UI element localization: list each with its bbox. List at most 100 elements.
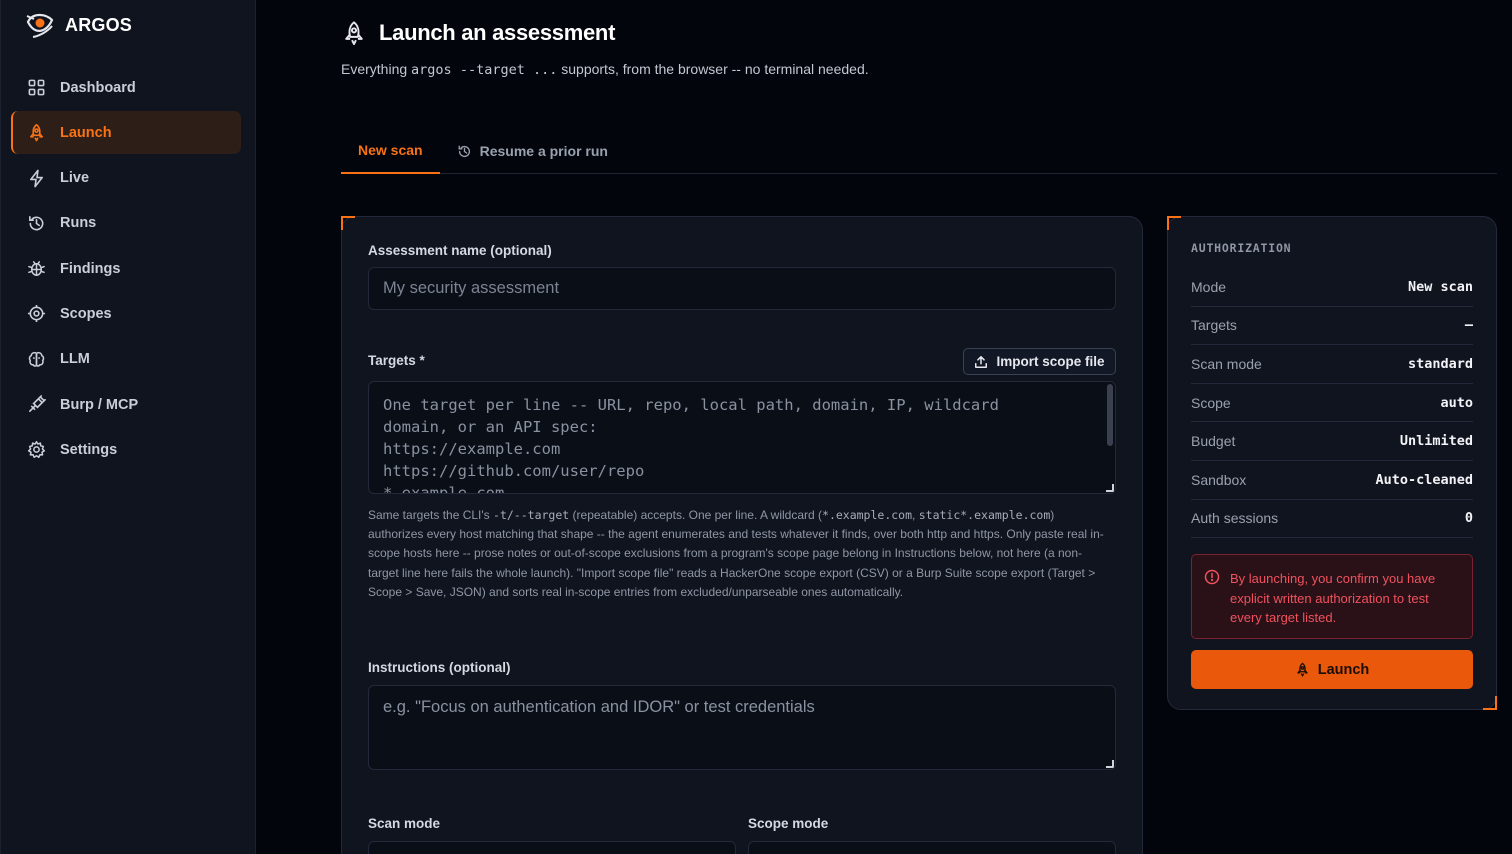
launch-button[interactable]: Launch	[1191, 650, 1473, 689]
upload-icon	[975, 355, 988, 368]
summary-value: Unlimited	[1399, 433, 1473, 450]
alert-circle-icon	[1204, 569, 1220, 585]
bug-icon	[28, 261, 45, 277]
bolt-icon	[29, 169, 44, 187]
summary-key: Mode	[1191, 278, 1227, 295]
instructions-placeholder: e.g. "Focus on authentication and IDOR" …	[383, 698, 815, 716]
targets-label: Targets *	[368, 353, 425, 368]
sidebar-item-label: Scopes	[60, 305, 112, 322]
corner-accent	[341, 216, 355, 230]
corner-accent	[1167, 216, 1181, 230]
summary-value: 0	[1464, 510, 1473, 527]
help-text: (repeatable) accepts. One per line. A wi…	[572, 508, 823, 522]
sidebar-item-label: LLM	[60, 351, 90, 368]
sidebar-item-settings[interactable]: Settings	[11, 428, 241, 471]
scope-mode-label: Scope mode	[748, 816, 829, 831]
tab-resume-prior-run[interactable]: Resume a prior run	[440, 128, 625, 174]
instructions-textarea[interactable]: e.g. "Focus on authentication and IDOR" …	[368, 685, 1116, 770]
scan-mode-label: Scan mode	[368, 816, 441, 831]
scan-mode-select[interactable]	[368, 841, 736, 854]
summary-row-scope: Scope auto	[1191, 384, 1473, 423]
summary-value: auto	[1440, 394, 1473, 411]
help-text: ,	[912, 508, 916, 522]
history-icon	[458, 145, 470, 157]
textarea-scrollbar[interactable]	[1107, 384, 1113, 446]
tab-new-scan[interactable]: New scan	[341, 128, 440, 174]
sidebar-item-dashboard[interactable]: Dashboard	[11, 66, 241, 109]
gear-icon	[27, 441, 46, 459]
help-code: -t/--target	[493, 508, 570, 522]
subtitle-text: supports, from the browser -- no termina…	[561, 61, 869, 77]
rocket-icon	[1297, 662, 1308, 677]
sidebar-item-label: Dashboard	[60, 79, 136, 96]
assessment-name-label: Assessment name (optional)	[368, 243, 552, 258]
help-code: static*.example.com	[918, 508, 1051, 522]
assessment-name-placeholder: My security assessment	[383, 279, 560, 297]
corner-accent	[1483, 696, 1497, 710]
sidebar-item-label: Live	[60, 170, 90, 187]
sidebar-item-llm[interactable]: LLM	[11, 338, 241, 381]
scope-mode-select[interactable]	[748, 841, 1116, 854]
argos-eye-logo-icon	[26, 13, 54, 38]
sidebar: ARGOS Dashboard Launch Live Runs Finding…	[0, 0, 256, 854]
page-title: Launch an assessment	[341, 20, 615, 46]
summary-value: —	[1464, 317, 1473, 334]
subtitle-text: Everything	[341, 61, 408, 77]
targets-textarea[interactable]: One target per line -- URL, repo, local …	[368, 381, 1116, 494]
brain-icon	[28, 351, 45, 367]
summary-row-sandbox: Sandbox Auto-cleaned	[1191, 461, 1473, 500]
sidebar-item-label: Findings	[60, 260, 121, 277]
summary-value: standard	[1407, 355, 1473, 372]
subtitle-code: argos --target ...	[411, 62, 558, 78]
tab-label: Resume a prior run	[479, 143, 608, 159]
summary-key: Auth sessions	[1191, 510, 1279, 527]
sidebar-item-scopes[interactable]: Scopes	[11, 292, 241, 335]
import-button-label: Import scope file	[996, 354, 1105, 369]
authorization-warning: By launching, you confirm you have expli…	[1191, 554, 1473, 639]
summary-row-targets: Targets —	[1191, 307, 1473, 346]
sidebar-item-label: Launch	[60, 124, 112, 141]
resize-handle-icon[interactable]	[1106, 484, 1114, 492]
authorization-title: AUTHORIZATION	[1191, 241, 1292, 255]
launch-button-label: Launch	[1317, 661, 1370, 678]
help-text: Same targets the CLI's	[368, 508, 490, 522]
grid-icon	[28, 79, 45, 96]
sidebar-item-launch[interactable]: Launch	[11, 111, 241, 155]
scan-form-panel: Assessment name (optional) My security a…	[341, 216, 1143, 854]
summary-row-mode: Mode New scan	[1191, 268, 1473, 307]
brand-name: ARGOS	[65, 14, 133, 35]
sidebar-item-label: Runs	[60, 215, 97, 232]
sidebar-item-burp-mcp[interactable]: Burp / MCP	[11, 383, 241, 426]
summary-row-auth-sessions: Auth sessions 0	[1191, 500, 1473, 539]
summary-key: Scan mode	[1191, 355, 1262, 372]
summary-key: Targets	[1191, 317, 1237, 334]
summary-row-scan-mode: Scan mode standard	[1191, 345, 1473, 384]
sidebar-item-label: Settings	[60, 441, 118, 458]
import-scope-file-button[interactable]: Import scope file	[963, 348, 1116, 375]
rocket-icon	[345, 21, 363, 46]
summary-value: New scan	[1407, 278, 1473, 295]
summary-value: Auto-cleaned	[1375, 471, 1473, 488]
resize-handle-icon[interactable]	[1106, 760, 1114, 768]
targets-help-text: Same targets the CLI's -t/--target (repe…	[368, 506, 1108, 602]
sidebar-item-runs[interactable]: Runs	[11, 202, 241, 245]
authorization-summary: Mode New scan Targets — Scan mode standard …	[1191, 268, 1473, 539]
warning-text: By launching, you confirm you have expli…	[1230, 571, 1436, 625]
sidebar-item-live[interactable]: Live	[11, 157, 241, 200]
tab-bar: New scan Resume a prior run	[341, 128, 1497, 174]
authorization-card: AUTHORIZATION Mode New scan Targets — Scan…	[1167, 216, 1497, 710]
summary-key: Budget	[1191, 433, 1236, 450]
sidebar-item-findings[interactable]: Findings	[11, 247, 241, 290]
summary-key: Scope	[1191, 394, 1231, 411]
targets-placeholder: One target per line -- URL, repo, local …	[383, 396, 999, 494]
page-title-text: Launch an assessment	[379, 20, 616, 45]
target-icon	[27, 305, 46, 323]
history-icon	[29, 215, 44, 231]
brand[interactable]: ARGOS	[25, 10, 132, 40]
summary-row-budget: Budget Unlimited	[1191, 422, 1473, 461]
assessment-name-input[interactable]: My security assessment	[368, 267, 1116, 310]
summary-key: Sandbox	[1191, 471, 1247, 488]
sidebar-nav: Dashboard Launch Live Runs Findings Scop…	[11, 66, 241, 474]
help-code: *.example.com	[822, 508, 913, 522]
sidebar-item-label: Burp / MCP	[60, 396, 139, 413]
